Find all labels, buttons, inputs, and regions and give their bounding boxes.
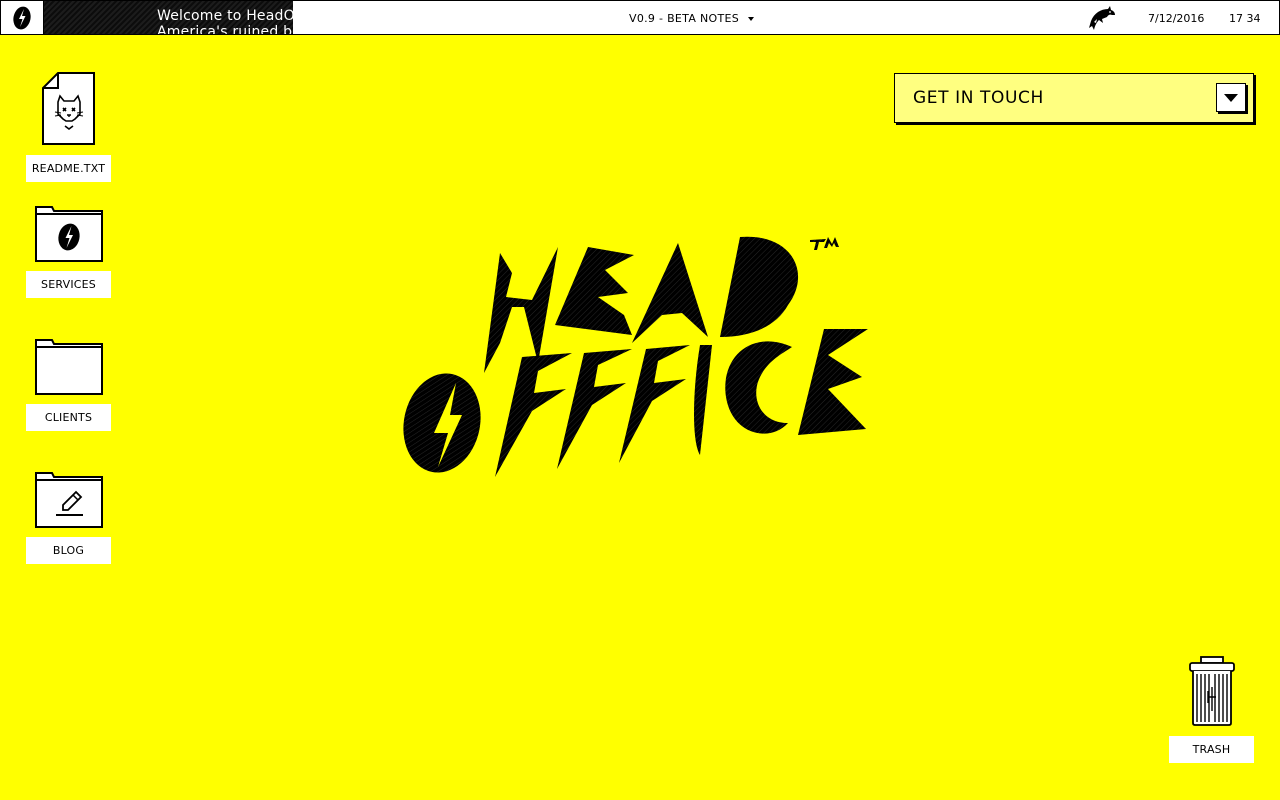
logo-letter-h [484, 247, 558, 373]
dolphin-icon[interactable] [1088, 5, 1116, 31]
time-display: 17 34 [1229, 12, 1261, 25]
version-notes-menu[interactable]: V0.9 - BETA NOTES [629, 12, 755, 25]
chevron-down-icon [748, 16, 755, 21]
logo-letter-e-2 [798, 329, 868, 435]
logo-letter-d [720, 236, 799, 337]
date-display: 7/12/2016 [1148, 12, 1205, 25]
logo-letter-e [555, 247, 634, 335]
logo-letter-f-2 [557, 349, 632, 469]
ticker-text: Welcome to HeadO America's ruined b [157, 8, 293, 34]
menu-bar: Welcome to HeadO America's ruined b V0.9… [0, 0, 1280, 35]
dropdown-toggle-button[interactable] [1216, 83, 1246, 112]
desktop-icon-readme[interactable]: README.TXT [26, 72, 112, 182]
version-label: V0.9 - BETA NOTES [629, 12, 740, 25]
trash-can-icon [1189, 656, 1235, 726]
desktop-icon-blog[interactable]: BLOG [26, 471, 112, 564]
get-in-touch-dropdown[interactable]: GET IN TOUCH [894, 73, 1254, 123]
get-in-touch-label: GET IN TOUCH [913, 88, 1044, 108]
icon-label: CLIENTS [26, 404, 111, 431]
news-ticker: Welcome to HeadO America's ruined b [44, 1, 293, 34]
desktop-icon-services[interactable]: SERVICES [26, 205, 112, 298]
pencil-folder-icon [35, 472, 103, 528]
folder-icon [35, 339, 103, 395]
caret-down-icon [1224, 93, 1238, 102]
desktop-icon-trash[interactable]: TRASH [1169, 655, 1255, 763]
logo-letter-i [694, 345, 712, 455]
logo-letter-c [725, 341, 792, 434]
desktop-icon-clients[interactable]: CLIENTS [26, 338, 112, 431]
bolt-coffee-bean-icon [13, 6, 31, 29]
icon-label: BLOG [26, 537, 111, 564]
logo-letter-a [632, 243, 708, 343]
logo-letter-f-3 [619, 345, 690, 463]
cat-document-icon [42, 72, 95, 145]
icon-label: TRASH [1169, 736, 1254, 763]
icon-label: SERVICES [26, 271, 111, 298]
icon-label: README.TXT [26, 155, 111, 182]
home-logo-button[interactable] [1, 1, 44, 34]
head-office-logo [403, 236, 868, 477]
bolt-folder-icon [35, 206, 103, 262]
tm-mark [810, 237, 839, 250]
